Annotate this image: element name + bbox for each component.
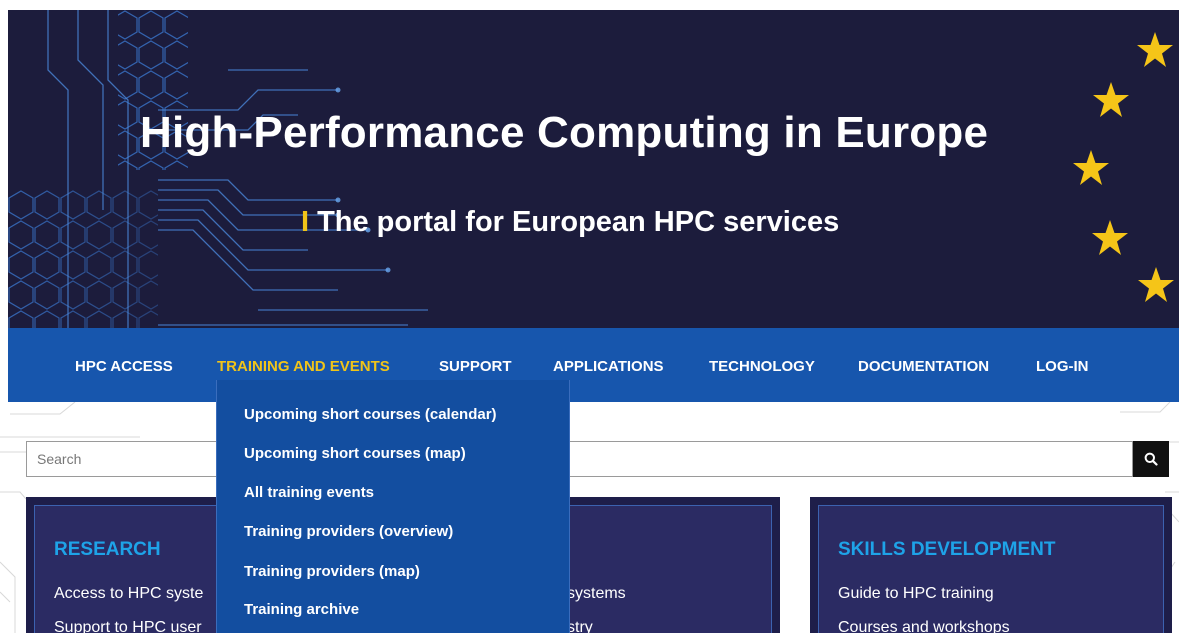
nav-item-log-in[interactable]: LOG-IN xyxy=(1036,358,1089,375)
research-card-title: RESEARCH xyxy=(54,539,161,560)
dropdown-item-courses-map[interactable]: Upcoming short courses (map) xyxy=(244,445,466,462)
star-icon xyxy=(1138,267,1174,302)
circuit-decoration xyxy=(8,10,428,328)
dropdown-item-all-events[interactable]: All training events xyxy=(244,484,374,501)
research-link-access[interactable]: Access to HPC syste xyxy=(54,585,203,603)
dropdown-item-providers-overview[interactable]: Training providers (overview) xyxy=(244,523,453,540)
nav-item-applications[interactable]: APPLICATIONS xyxy=(553,358,664,375)
star-icon xyxy=(1092,220,1128,255)
nav-item-documentation[interactable]: DOCUMENTATION xyxy=(858,358,989,375)
search-icon xyxy=(1144,452,1158,466)
research-link-support[interactable]: Support to HPC user xyxy=(54,619,202,633)
nav-item-hpc-access[interactable]: HPC ACCESS xyxy=(75,358,173,375)
search-button[interactable] xyxy=(1133,441,1169,477)
middle-link-industry[interactable]: stry xyxy=(567,619,593,633)
skills-card-title: SKILLS DEVELOPMENT xyxy=(838,539,1056,560)
middle-link-systems[interactable]: systems xyxy=(567,585,626,603)
dropdown-item-calendar[interactable]: Upcoming short courses (calendar) xyxy=(244,406,497,423)
site-title: High-Performance Computing in Europe xyxy=(140,108,989,157)
dropdown-item-training-archive[interactable]: Training archive xyxy=(244,601,359,618)
star-icon xyxy=(1093,82,1129,117)
star-icon xyxy=(1137,32,1173,67)
skills-link-guide[interactable]: Guide to HPC training xyxy=(838,585,994,603)
skills-link-courses[interactable]: Courses and workshops xyxy=(838,619,1010,633)
main-nav: HPC ACCESS TRAINING AND EVENTS SUPPORT A… xyxy=(8,328,1179,402)
site-subtitle: I The portal for European HPC services xyxy=(301,206,839,239)
skills-card-panel: SKILLS DEVELOPMENT Guide to HPC training… xyxy=(818,505,1164,633)
nav-item-technology[interactable]: TECHNOLOGY xyxy=(709,358,815,375)
search-box xyxy=(26,441,1133,477)
dropdown-item-providers-map[interactable]: Training providers (map) xyxy=(244,563,420,580)
nav-item-support[interactable]: SUPPORT xyxy=(439,358,512,375)
search-input[interactable] xyxy=(27,442,1132,476)
nav-item-training-and-events[interactable]: TRAINING AND EVENTS xyxy=(217,358,390,375)
training-dropdown-menu: Upcoming short courses (calendar) Upcomi… xyxy=(216,380,570,633)
star-icon xyxy=(1073,150,1109,185)
skills-development-card: SKILLS DEVELOPMENT Guide to HPC training… xyxy=(810,497,1172,633)
subtitle-text: The portal for European HPC services xyxy=(317,206,840,238)
header-banner: High-Performance Computing in Europe I Th… xyxy=(8,10,1179,328)
subtitle-accent-bar: I xyxy=(301,206,310,238)
